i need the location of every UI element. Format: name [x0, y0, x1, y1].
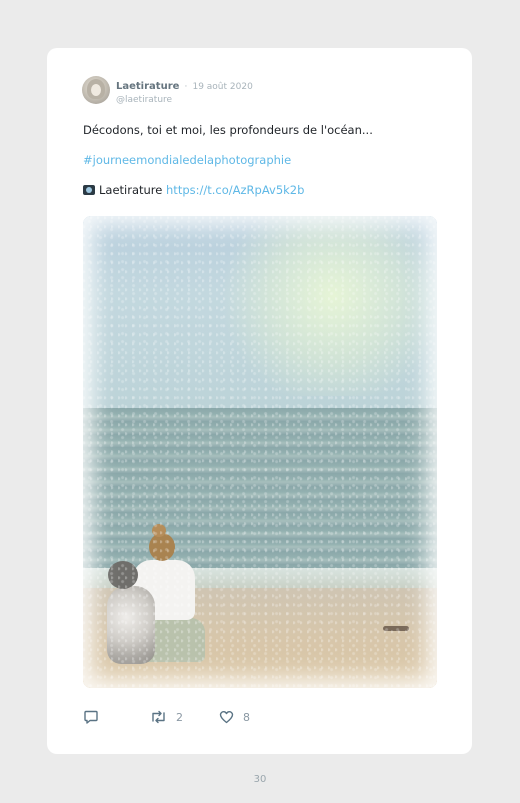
- avatar-face: [91, 84, 101, 96]
- photo-faded-edge: [83, 216, 437, 688]
- tweet-text: Décodons, toi et moi, les profondeurs de…: [83, 123, 373, 137]
- tweet-url-link[interactable]: https://t.co/AzRpAv5k2b: [166, 183, 304, 197]
- tweet-header: Laetirature · 19 août 2020 @laetirature: [116, 77, 253, 107]
- author-name[interactable]: Laetirature: [116, 81, 179, 92]
- author-handle[interactable]: @laetirature: [116, 94, 253, 107]
- reply-icon: [84, 710, 98, 724]
- tweet-card: Laetirature · 19 août 2020 @laetirature …: [47, 48, 472, 754]
- like-button[interactable]: 8: [219, 710, 250, 724]
- hashtag-link[interactable]: #journeemondialedelaphotographie: [83, 153, 291, 167]
- source-name: Laetirature: [99, 183, 163, 197]
- heart-icon: [219, 711, 234, 724]
- retweet-button[interactable]: 2: [150, 710, 183, 724]
- avatar[interactable]: [82, 76, 110, 104]
- reply-button[interactable]: [83, 710, 99, 725]
- retweet-count: 2: [176, 710, 183, 724]
- tweet-actions: 2 8: [83, 710, 383, 726]
- retweet-icon: [152, 710, 165, 724]
- camera-icon: [83, 185, 95, 195]
- like-count: 8: [243, 710, 250, 724]
- tweet-date[interactable]: 19 août 2020: [192, 82, 252, 92]
- tweet-photo[interactable]: [83, 216, 437, 688]
- tweet-source-line: Laetirature https://t.co/AzRpAv5k2b: [83, 183, 304, 197]
- separator: ·: [184, 82, 188, 92]
- page-number: 30: [253, 774, 267, 785]
